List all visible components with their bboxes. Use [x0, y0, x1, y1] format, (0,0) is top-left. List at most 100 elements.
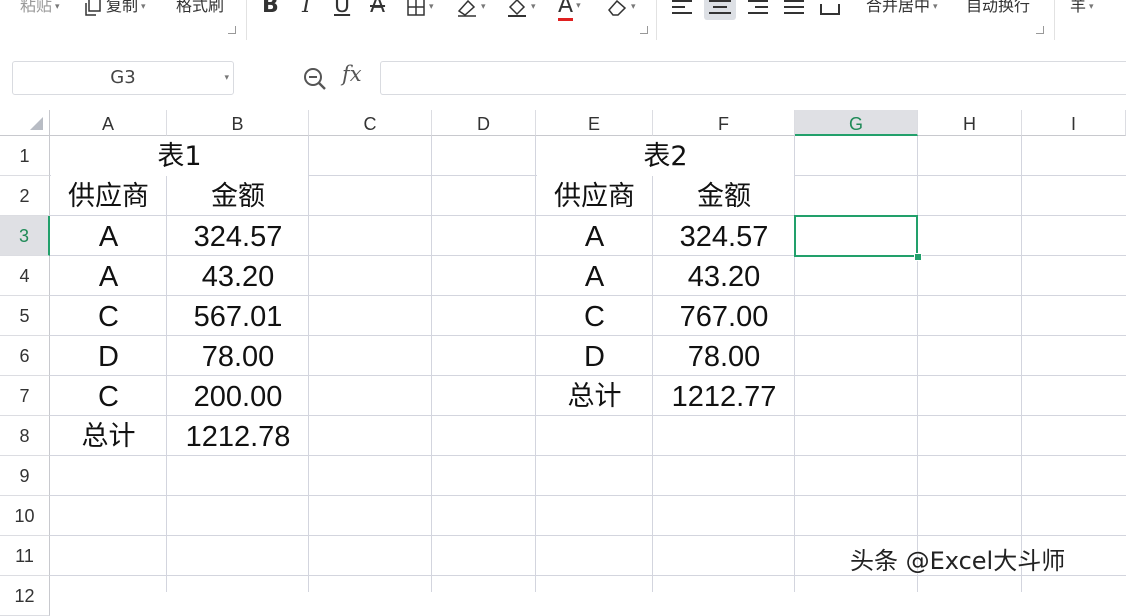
clear-format-button[interactable]: ▾ [606, 0, 636, 21]
table2-title-cell[interactable]: 表2 [537, 136, 794, 176]
clipboard-group-launcher-icon[interactable] [228, 26, 236, 34]
table2-header-supplier[interactable]: 供应商 [536, 176, 653, 216]
eraser-icon [608, 0, 627, 16]
table1-supplier-cell[interactable]: C [50, 296, 167, 336]
name-box-dropdown-icon[interactable]: ▾ [224, 62, 229, 94]
table1-amount-cell[interactable]: 567.01 [167, 296, 309, 336]
column-header-a[interactable]: A [50, 110, 167, 136]
table1-total-label[interactable]: 总计 [50, 416, 167, 456]
table1-supplier-cell[interactable]: D [50, 336, 167, 376]
column-header-b[interactable]: B [167, 110, 309, 136]
table1-supplier-cell[interactable]: A [50, 216, 167, 256]
row-header-2[interactable]: 2 [0, 176, 50, 216]
fill-color-button[interactable]: ▾ [506, 0, 536, 21]
align-center-button[interactable] [704, 0, 736, 20]
font-color-dropdown-icon[interactable]: ▾ [576, 1, 581, 11]
row-header-12[interactable]: 12 [0, 576, 50, 616]
toolbar-ribbon: 粘贴 ▾ 复制 ▾ 格式刷 B I U A ▾ ▾ ▾ A ▾ ▾ 合并居中 ▾ 自动换… [0, 0, 1126, 45]
number-format-button[interactable]: 羊 ▾ [1070, 0, 1094, 21]
italic-button[interactable]: I [302, 0, 311, 20]
underline-button[interactable]: U [334, 0, 350, 20]
row-header-7[interactable]: 7 [0, 376, 50, 416]
column-header-h[interactable]: H [918, 110, 1022, 136]
fill-color-dropdown-icon[interactable]: ▾ [531, 2, 536, 12]
merge-center-label: 合并居中 [866, 0, 931, 15]
cell-style-dropdown-icon[interactable]: ▾ [481, 2, 486, 12]
gridline [431, 136, 432, 592]
row-header-3[interactable]: 3 [0, 216, 50, 256]
column-header-f[interactable]: F [653, 110, 795, 136]
gridline [917, 136, 918, 592]
table2-supplier-cell[interactable]: A [536, 256, 653, 296]
font-group-launcher-icon[interactable] [640, 26, 648, 34]
column-header-g[interactable]: G [795, 110, 918, 136]
merge-center-dropdown-icon[interactable]: ▾ [933, 2, 938, 12]
zoom-out-icon[interactable] [302, 66, 328, 92]
table1-amount-cell[interactable]: 324.57 [167, 216, 309, 256]
insert-function-button[interactable]: fx [342, 62, 362, 86]
name-box[interactable]: G3 ▾ [12, 61, 234, 95]
table1-total-value[interactable]: 1212.78 [167, 416, 309, 456]
table2-amount-cell[interactable]: 78.00 [653, 336, 795, 376]
gridline [1021, 136, 1022, 592]
italic-label: I [302, 0, 311, 18]
table1-header-amount[interactable]: 金额 [167, 176, 309, 216]
fill-handle[interactable] [914, 253, 922, 261]
justify-button[interactable] [782, 0, 806, 20]
align-right-button[interactable] [746, 0, 770, 20]
active-cell-g3[interactable] [794, 215, 918, 257]
gridline [50, 535, 1126, 536]
distributed-align-button[interactable] [818, 0, 842, 20]
fill-bucket-icon [508, 0, 526, 17]
strikethrough-button[interactable]: A [370, 0, 385, 20]
select-all-button[interactable] [0, 110, 50, 136]
table1-supplier-cell[interactable]: C [50, 376, 167, 416]
clear-format-dropdown-icon[interactable]: ▾ [631, 2, 636, 12]
table2-total-value[interactable]: 1212.77 [653, 376, 795, 416]
table2-supplier-cell[interactable]: A [536, 216, 653, 256]
wrap-text-button[interactable]: 自动换行 [966, 0, 1030, 20]
table2-amount-cell[interactable]: 43.20 [653, 256, 795, 296]
column-header-e[interactable]: E [536, 110, 653, 136]
table1-supplier-cell[interactable]: A [50, 256, 167, 296]
copy-button[interactable]: 复制 ▾ [84, 0, 146, 21]
formula-bar: G3 ▾ fx [0, 44, 1126, 110]
table2-total-label[interactable]: 总计 [536, 376, 653, 416]
table2-supplier-cell[interactable]: C [536, 296, 653, 336]
table1-amount-cell[interactable]: 200.00 [167, 376, 309, 416]
row-header-9[interactable]: 9 [0, 456, 50, 496]
column-header-c[interactable]: C [309, 110, 432, 136]
table1-header-supplier[interactable]: 供应商 [50, 176, 167, 216]
row-header-8[interactable]: 8 [0, 416, 50, 456]
number-format-dropdown-icon[interactable]: ▾ [1089, 2, 1094, 12]
font-color-button[interactable]: A ▾ [558, 0, 581, 21]
paste-dropdown-icon[interactable]: ▾ [55, 2, 60, 12]
copy-dropdown-icon[interactable]: ▾ [141, 2, 146, 12]
bold-button[interactable]: B [262, 0, 279, 20]
table1-amount-cell[interactable]: 43.20 [167, 256, 309, 296]
table2-supplier-cell[interactable]: D [536, 336, 653, 376]
borders-button[interactable]: ▾ [406, 0, 434, 21]
row-header-4[interactable]: 4 [0, 256, 50, 296]
formula-input[interactable] [380, 61, 1126, 95]
align-left-button[interactable] [670, 0, 694, 20]
table1-amount-cell[interactable]: 78.00 [167, 336, 309, 376]
alignment-group-launcher-icon[interactable] [1036, 26, 1044, 34]
row-header-11[interactable]: 11 [0, 536, 50, 576]
column-header-d[interactable]: D [432, 110, 536, 136]
column-header-i[interactable]: I [1022, 110, 1126, 136]
row-header-5[interactable]: 5 [0, 296, 50, 336]
borders-dropdown-icon[interactable]: ▾ [429, 2, 434, 12]
table2-amount-cell[interactable]: 324.57 [653, 216, 795, 256]
row-header-6[interactable]: 6 [0, 336, 50, 376]
row-header-10[interactable]: 10 [0, 496, 50, 536]
table1-title-cell[interactable]: 表1 [51, 136, 308, 176]
format-painter-button[interactable]: 格式刷 [176, 0, 224, 20]
table2-amount-cell[interactable]: 767.00 [653, 296, 795, 336]
gridline [50, 495, 1126, 496]
table2-header-amount[interactable]: 金额 [653, 176, 795, 216]
cell-style-button[interactable]: ▾ [456, 0, 486, 21]
paste-button[interactable]: 粘贴 ▾ [20, 0, 60, 21]
merge-center-button[interactable]: 合并居中 ▾ [866, 0, 938, 21]
row-header-1[interactable]: 1 [0, 136, 50, 176]
